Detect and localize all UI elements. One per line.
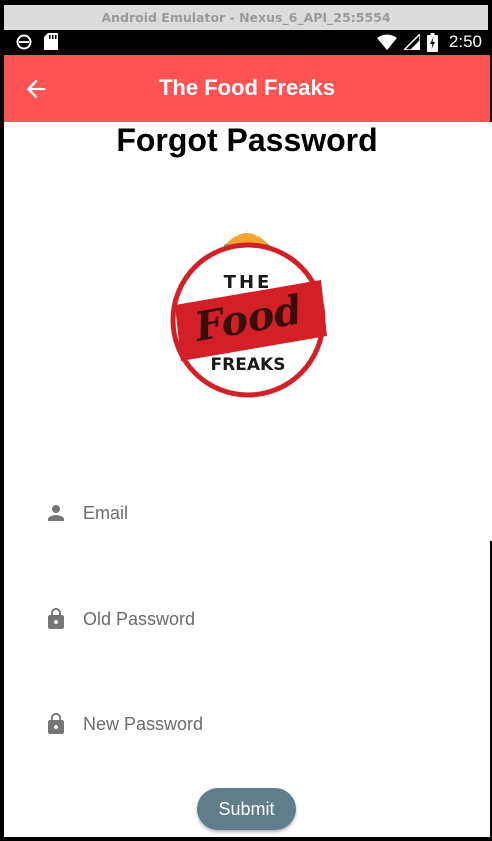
old-password-field[interactable] <box>4 589 490 649</box>
cell-signal-icon <box>403 34 420 50</box>
food-freaks-logo: THE Food FREAKS <box>170 229 327 398</box>
status-time: 2:50 <box>448 32 482 51</box>
emulator-title-bar: Android Emulator - Nexus_6_API_25:5554 <box>4 5 488 30</box>
lock-icon <box>48 608 64 629</box>
app-title: The Food Freaks <box>158 75 336 100</box>
wifi-icon <box>376 34 397 50</box>
status-bar: 2:50 <box>4 30 490 55</box>
email-field[interactable] <box>4 483 490 543</box>
sd-card-icon <box>44 33 58 50</box>
lock-icon <box>48 713 64 734</box>
sync-notification-icon <box>16 34 32 49</box>
new-password-field[interactable] <box>4 694 490 754</box>
battery-icon <box>426 32 438 52</box>
new-password-input[interactable] <box>83 706 453 742</box>
email-input[interactable] <box>83 495 453 531</box>
page-title: Forgot Password <box>116 122 378 158</box>
logo-line-freaks: FREAKS <box>211 355 286 375</box>
submit-button[interactable]: Submit <box>197 788 296 830</box>
person-icon <box>48 505 64 521</box>
emulator-frame: Android Emulator - Nexus_6_API_25:5554 2… <box>0 0 492 841</box>
emulator-title: Android Emulator - Nexus_6_API_25:5554 <box>101 10 391 25</box>
old-password-input[interactable] <box>83 601 453 637</box>
app-bar: The Food Freaks <box>4 55 490 122</box>
main-content: Forgot Password THE Food FREAKS Email Su… <box>4 122 490 837</box>
